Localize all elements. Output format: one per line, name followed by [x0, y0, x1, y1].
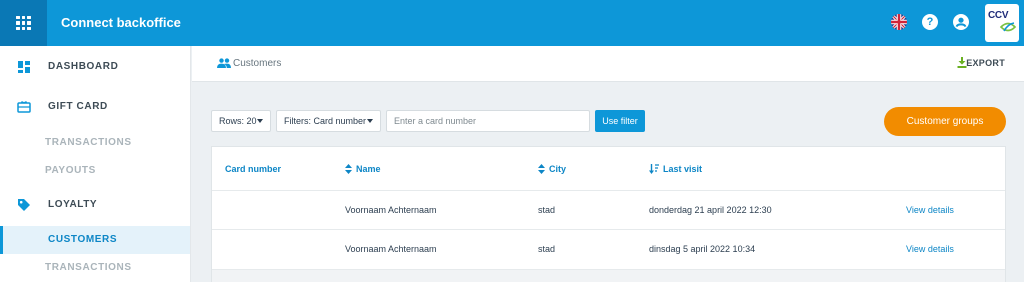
sidebar-item-loyalty[interactable]: LOYALTY [0, 191, 190, 219]
cell-city: stad [538, 244, 556, 254]
view-details-link[interactable]: View details [906, 244, 954, 254]
sidebar-item-label: DASHBOARD [48, 61, 119, 72]
table-row: Voornaam Achternaam stad donderdag 21 ap… [212, 190, 1005, 229]
column-header-label: Last visit [663, 164, 703, 174]
sidebar-item-gift-card-transactions[interactable]: TRANSACTIONS [0, 129, 190, 157]
column-header-label: Card number [225, 164, 282, 174]
column-header-label: City [549, 164, 567, 174]
top-bar: Connect backoffice ? CCV [0, 0, 1024, 46]
use-filter-button[interactable]: Use filter [595, 110, 645, 132]
customer-groups-button[interactable]: Customer groups [884, 107, 1006, 136]
customers-icon [217, 58, 231, 68]
sort-descending-icon [649, 164, 659, 174]
dashboard-icon [18, 61, 30, 73]
cell-last-visit: donderdag 21 april 2022 12:30 [649, 205, 772, 215]
view-details-link[interactable]: View details [906, 205, 954, 215]
user-icon[interactable] [953, 14, 969, 30]
sidebar-item-customers[interactable]: CUSTOMERS [0, 226, 190, 254]
caret-down-icon [257, 119, 263, 123]
gift-card-icon [17, 101, 31, 113]
sidebar-item-payouts[interactable]: PAYOUTS [0, 157, 190, 185]
sidebar-item-label: LOYALTY [48, 199, 98, 210]
cell-name: Voornaam Achternaam [345, 205, 437, 215]
tag-icon [18, 199, 30, 211]
sidebar-item-dashboard[interactable]: DASHBOARD [0, 53, 190, 81]
breadcrumb: Customers [233, 58, 282, 69]
sidebar-item-label: TRANSACTIONS [45, 262, 132, 273]
column-header-card-number[interactable]: Card number [225, 164, 281, 174]
sidebar-item-gift-card[interactable]: GIFT CARD [0, 93, 190, 121]
cell-last-visit: dinsdag 5 april 2022 10:34 [649, 244, 756, 254]
table-row: Voornaam Achternaam stad dinsdag 5 april… [212, 229, 1005, 268]
column-header-last-visit[interactable]: Last visit [649, 164, 702, 174]
export-button[interactable]: EXPORT [966, 58, 1005, 68]
customers-table: Card number Name City Last visit Voornaa… [211, 146, 1006, 282]
help-icon[interactable]: ? [922, 14, 938, 30]
cell-city: stad [538, 205, 556, 215]
page-subheader: Customers EXPORT [192, 46, 1024, 82]
uk-flag-icon[interactable] [891, 14, 907, 30]
filters-dropdown-label: Filters: Card number [284, 116, 367, 126]
sort-icon [538, 164, 545, 174]
card-number-input[interactable] [386, 110, 590, 132]
ccv-logo: CCV [985, 4, 1019, 42]
caret-down-icon [367, 119, 373, 123]
sidebar-item-label: PAYOUTS [45, 165, 96, 176]
table-row-partial [212, 269, 1005, 282]
column-header-city[interactable]: City [538, 164, 566, 174]
apps-grid-icon [16, 15, 31, 31]
sidebar-item-label: CUSTOMERS [48, 234, 118, 245]
sidebar: DASHBOARD GIFT CARD TRANSACTIONS PAYOUTS… [0, 46, 191, 282]
sidebar-item-loyalty-transactions[interactable]: TRANSACTIONS [0, 254, 190, 282]
sidebar-item-label: TRANSACTIONS [45, 137, 132, 148]
rows-dropdown[interactable]: Rows: 20 [211, 110, 271, 132]
cell-name: Voornaam Achternaam [345, 244, 437, 254]
app-title: Connect backoffice [61, 15, 181, 30]
column-header-name[interactable]: Name [345, 164, 381, 174]
rows-dropdown-label: Rows: 20 [219, 116, 257, 126]
column-header-label: Name [356, 164, 381, 174]
apps-grid-button[interactable] [0, 0, 47, 46]
filters-dropdown[interactable]: Filters: Card number [276, 110, 381, 132]
sort-icon [345, 164, 352, 174]
sidebar-item-label: GIFT CARD [48, 101, 108, 112]
